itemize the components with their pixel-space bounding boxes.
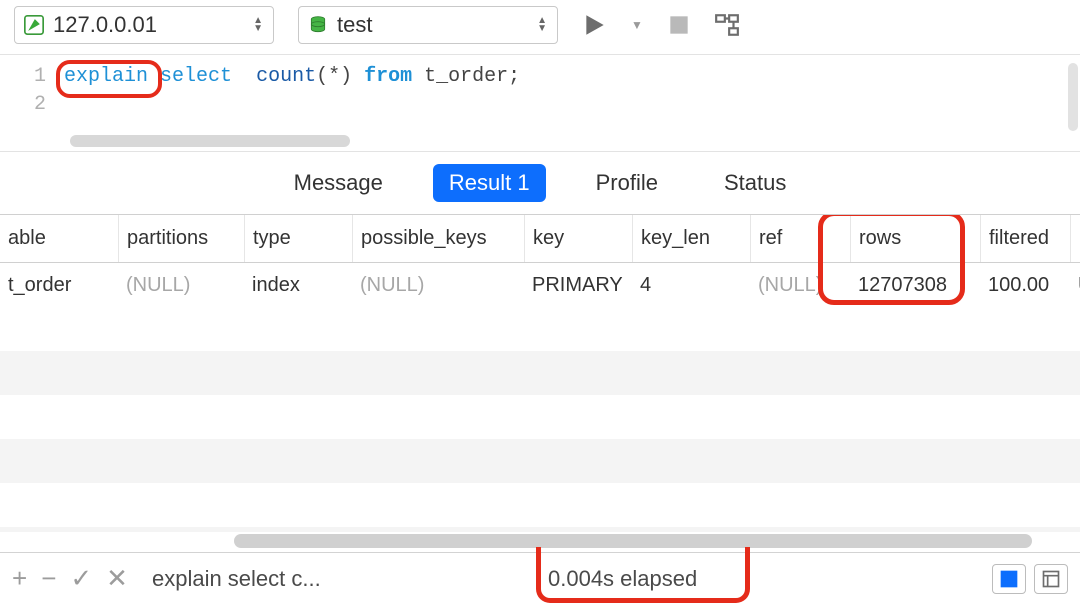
- column-header[interactable]: possible_keys: [352, 215, 524, 262]
- column-header[interactable]: able: [0, 215, 118, 262]
- cell: index: [244, 263, 352, 307]
- column-header[interactable]: filtered: [980, 215, 1070, 262]
- database-dropdown[interactable]: test ▲▼: [298, 6, 558, 44]
- updown-chevron-icon: ▲▼: [537, 17, 547, 33]
- connection-icon: [23, 14, 45, 36]
- line-number: 2: [0, 93, 46, 121]
- stop-button: [666, 12, 692, 38]
- column-header[interactable]: key_len: [632, 215, 750, 262]
- run-dropdown-icon[interactable]: ▼: [630, 12, 644, 38]
- line-number: 1: [0, 65, 46, 93]
- cell: 4: [632, 263, 750, 307]
- record-controls: + − ✓ ✕: [12, 563, 128, 594]
- column-header[interactable]: key: [524, 215, 632, 262]
- cell: 12707308: [850, 263, 980, 307]
- results-body: t_order (NULL) index (NULL) PRIMARY 4 (N…: [0, 263, 1080, 307]
- results-header: able partitions type possible_keys key k…: [0, 215, 1080, 263]
- empty-rows: [0, 307, 1080, 532]
- column-header[interactable]: Ext: [1070, 215, 1080, 262]
- column-header[interactable]: rows: [850, 215, 980, 262]
- connection-label: 127.0.0.01: [53, 12, 157, 38]
- tab-status[interactable]: Status: [708, 164, 802, 202]
- form-view-button[interactable]: [1034, 564, 1068, 594]
- explain-plan-icon[interactable]: [714, 12, 740, 38]
- database-label: test: [337, 12, 372, 38]
- connection-dropdown[interactable]: 127.0.0.01 ▲▼: [14, 6, 274, 44]
- editor-horizontal-scrollbar[interactable]: [70, 135, 350, 147]
- run-button[interactable]: [582, 12, 608, 38]
- add-record-icon[interactable]: +: [12, 563, 27, 594]
- cell: (NULL): [750, 263, 850, 307]
- cell: t_order: [0, 263, 118, 307]
- tab-profile[interactable]: Profile: [580, 164, 674, 202]
- elapsed-time: 0.004s elapsed: [548, 566, 697, 592]
- sql-line: explain select count(*) from t_order;: [64, 65, 1072, 93]
- database-icon: [307, 14, 329, 36]
- sql-editor[interactable]: 1 2 explain select count(*) from t_order…: [0, 54, 1080, 152]
- results-grid: able partitions type possible_keys key k…: [0, 214, 1080, 552]
- query-preview: explain select c...: [152, 566, 321, 592]
- remove-record-icon[interactable]: −: [41, 563, 56, 594]
- grid-view-button[interactable]: [992, 564, 1026, 594]
- cell: PRIMARY: [524, 263, 632, 307]
- tab-message[interactable]: Message: [278, 164, 399, 202]
- cell: (NULL): [352, 263, 524, 307]
- tab-result[interactable]: Result 1: [433, 164, 546, 202]
- apply-changes-icon[interactable]: ✓: [70, 563, 92, 594]
- table-row[interactable]: t_order (NULL) index (NULL) PRIMARY 4 (N…: [0, 263, 1080, 307]
- column-header[interactable]: ref: [750, 215, 850, 262]
- cell: (NULL): [118, 263, 244, 307]
- status-bar: + − ✓ ✕ explain select c... 0.004s elaps…: [0, 552, 1080, 604]
- cell: Us: [1070, 263, 1080, 307]
- cell: 100.00: [980, 263, 1070, 307]
- editor-vertical-scrollbar[interactable]: [1068, 63, 1078, 131]
- column-header[interactable]: partitions: [118, 215, 244, 262]
- line-gutter: 1 2: [0, 61, 56, 145]
- result-tabs: Message Result 1 Profile Status: [0, 152, 1080, 214]
- column-header[interactable]: type: [244, 215, 352, 262]
- discard-changes-icon[interactable]: ✕: [106, 563, 128, 594]
- updown-chevron-icon: ▲▼: [253, 17, 263, 33]
- results-horizontal-scrollbar[interactable]: [14, 534, 1066, 548]
- toolbar: 127.0.0.01 ▲▼ test ▲▼ ▼: [0, 0, 1080, 54]
